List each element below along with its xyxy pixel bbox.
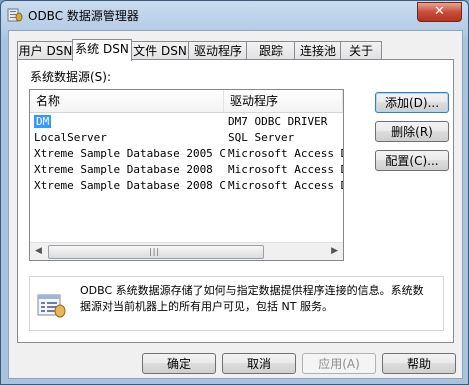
info-description: ODBC 系统数据源存储了如何与指定数据提供程序连接的信息。系统数据源对当前机器…: [80, 284, 424, 313]
dsn-name: Xtreme Sample Database 2008: [34, 163, 213, 176]
dsn-driver: Microsoft Access D: [228, 163, 343, 176]
horizontal-scrollbar[interactable]: ◀ ||| ▶: [30, 242, 343, 260]
window-title: ODBC 数据源管理器: [28, 9, 139, 23]
column-header-driver[interactable]: 驱动程序: [224, 90, 343, 112]
tab-tracing[interactable]: 跟踪: [246, 41, 296, 60]
dsn-name: DM: [34, 115, 52, 128]
close-icon: ✕: [434, 4, 445, 19]
dsn-name: Xtreme Sample Database 2005 CHS: [34, 147, 226, 160]
tab-connection-pooling[interactable]: 连接池: [294, 41, 342, 60]
list-item[interactable]: LocalServer SQL Server: [30, 130, 343, 146]
ok-button[interactable]: 确定: [142, 353, 216, 374]
scrollbar-thumb[interactable]: |||: [48, 245, 264, 259]
grip-icon: |||: [149, 247, 161, 256]
system-dsn-label: 系统数据源(S):: [30, 70, 112, 84]
tab-about[interactable]: 关于: [340, 41, 382, 60]
list-header: 名称 驱动程序: [30, 90, 343, 113]
dsn-name: Xtreme Sample Database 2008 CHS: [34, 179, 226, 192]
list-item[interactable]: Xtreme Sample Database 2008 CHS Microsof…: [30, 178, 343, 194]
list-item[interactable]: Xtreme Sample Database 2005 CHS Microsof…: [30, 146, 343, 162]
dialog-body: 用户 DSN 系统 DSN 文件 DSN 驱动程序 跟踪 连接池 关于 系统数据…: [8, 30, 463, 379]
scroll-right-icon[interactable]: ▶: [331, 246, 338, 256]
cancel-button[interactable]: 取消: [222, 353, 296, 374]
dsn-list[interactable]: 名称 驱动程序 DM DM7 ODBC DRIVER LocalServer S…: [29, 89, 344, 261]
list-item[interactable]: DM DM7 ODBC DRIVER: [30, 114, 343, 130]
help-button[interactable]: 帮助: [382, 353, 456, 374]
dsn-driver: DM7 ODBC DRIVER: [228, 115, 328, 128]
dsn-driver: Microsoft Access D: [228, 147, 343, 160]
info-box: ODBC 系统数据源存储了如何与指定数据提供程序连接的信息。系统数据源对当前机器…: [29, 276, 444, 331]
system-dsn-panel: 系统数据源(S): 名称 驱动程序 DM DM7 ODBC DRIVER Loc…: [17, 59, 454, 343]
tab-user-dsn[interactable]: 用户 DSN: [17, 41, 74, 60]
remove-button[interactable]: 删除(R): [375, 121, 449, 142]
add-button[interactable]: 添加(D)...: [375, 92, 449, 113]
scroll-left-icon[interactable]: ◀: [35, 246, 42, 256]
odbc-window: ODBC 数据源管理器 ✕ 用户 DSN 系统 DSN 文件 DSN 驱动程序 …: [0, 0, 469, 385]
tab-system-dsn[interactable]: 系统 DSN: [72, 39, 132, 61]
tab-drivers[interactable]: 驱动程序: [188, 41, 248, 60]
tab-file-dsn[interactable]: 文件 DSN: [130, 41, 190, 60]
dsn-driver: SQL Server: [228, 131, 295, 144]
title-bar[interactable]: ODBC 数据源管理器 ✕: [1, 1, 468, 29]
column-header-name[interactable]: 名称: [30, 90, 224, 112]
data-source-icon: [37, 294, 66, 318]
apply-button[interactable]: 应用(A): [302, 353, 376, 374]
odbc-app-icon: [7, 8, 23, 22]
dsn-name: LocalServer: [34, 131, 107, 144]
list-item[interactable]: Xtreme Sample Database 2008 Microsoft Ac…: [30, 162, 343, 178]
close-button[interactable]: ✕: [417, 2, 462, 22]
configure-button[interactable]: 配置(C)...: [375, 150, 449, 171]
dsn-driver: Microsoft Access D: [228, 179, 343, 192]
